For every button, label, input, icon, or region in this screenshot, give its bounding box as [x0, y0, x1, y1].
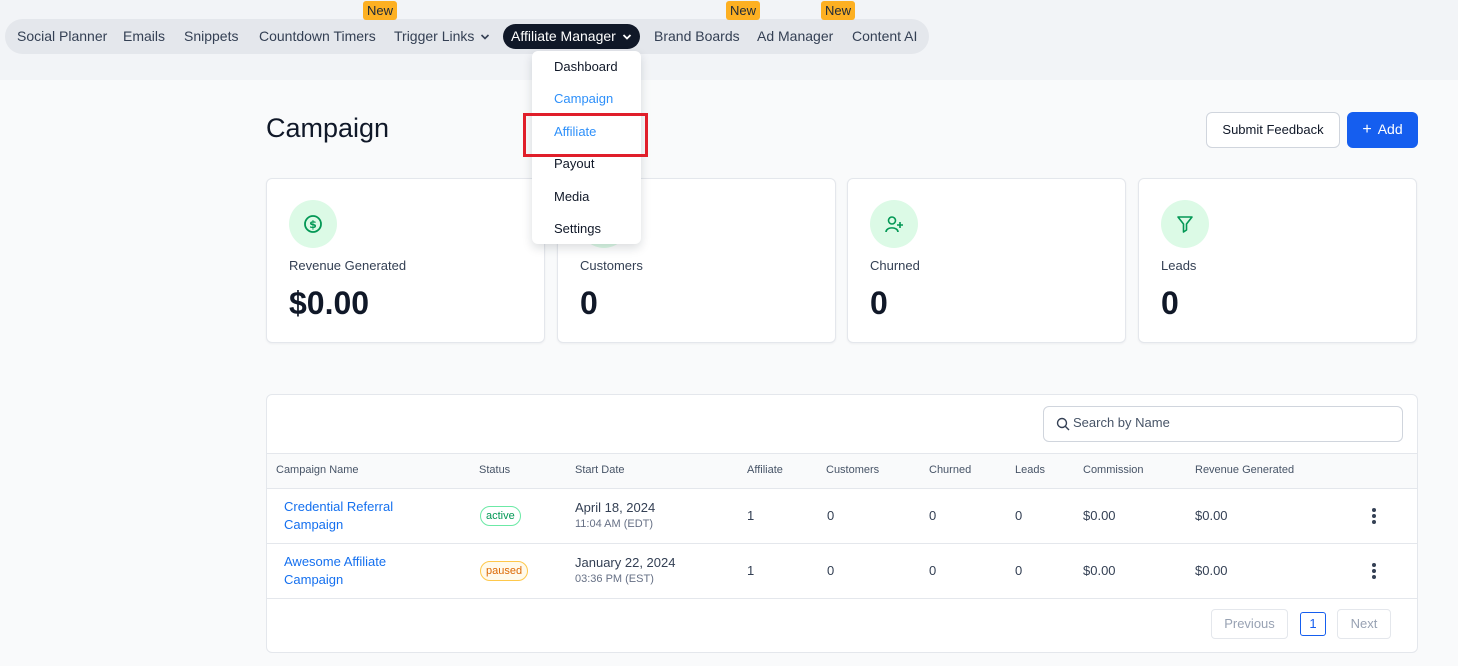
col-revenue-generated[interactable]: Revenue Generated: [1195, 464, 1294, 476]
search-icon: [1056, 417, 1070, 431]
campaign-name-link[interactable]: Awesome Affiliate Campaign: [284, 553, 424, 589]
col-customers[interactable]: Customers: [826, 464, 879, 476]
affiliate-count: 1: [747, 563, 755, 578]
stat-value: 0: [1161, 285, 1179, 321]
nav-trigger-links-label: Trigger Links: [394, 28, 475, 44]
menu-item-settings[interactable]: Settings: [554, 221, 601, 236]
svg-text:$: $: [309, 218, 317, 231]
start-time: 11:04 AM (EDT): [575, 518, 654, 530]
menu-item-media[interactable]: Media: [554, 189, 589, 204]
nav-snippets[interactable]: Snippets: [184, 19, 238, 54]
chevron-down-icon: [481, 34, 490, 40]
col-leads[interactable]: Leads: [1015, 464, 1045, 476]
stat-card-revenue: $ Revenue Generated $0.00: [266, 178, 545, 343]
next-button[interactable]: Next: [1337, 609, 1391, 639]
menu-item-dashboard[interactable]: Dashboard: [554, 59, 618, 74]
stat-label: Customers: [580, 258, 643, 273]
stat-label: Leads: [1161, 258, 1197, 273]
user-plus-icon: [870, 200, 918, 248]
campaign-table-card: Campaign Name Status Start Date Affiliat…: [266, 394, 1418, 653]
start-date: April 18, 2024: [575, 500, 656, 515]
chevron-down-icon: [622, 34, 631, 41]
leads-count: 0: [1015, 563, 1023, 578]
nav-affiliate-manager[interactable]: Affiliate Manager: [503, 24, 640, 49]
search-box[interactable]: [1043, 406, 1403, 442]
nav-social-planner[interactable]: Social Planner: [17, 19, 107, 54]
campaign-name-link[interactable]: Credential Referral Campaign: [284, 498, 424, 534]
nav-ad-manager[interactable]: Ad Manager: [757, 19, 833, 54]
search-input[interactable]: [1073, 415, 1393, 430]
col-affiliate[interactable]: Affiliate: [747, 464, 783, 476]
nav-emails[interactable]: Emails: [123, 19, 165, 54]
start-time: 03:36 PM (EST): [575, 573, 654, 585]
revenue-value: $0.00: [1195, 563, 1228, 578]
more-options-icon[interactable]: [1371, 507, 1377, 525]
col-campaign-name[interactable]: Campaign Name: [276, 464, 359, 476]
col-churned[interactable]: Churned: [929, 464, 971, 476]
customers-count: 0: [827, 508, 835, 523]
new-badge: New: [821, 1, 856, 20]
col-start-date[interactable]: Start Date: [575, 464, 625, 476]
commission-value: $0.00: [1083, 508, 1116, 523]
revenue-value: $0.00: [1195, 508, 1228, 523]
status-badge: paused: [480, 561, 529, 581]
stat-value: 0: [580, 285, 598, 321]
nav-trigger-links[interactable]: Trigger Links: [394, 19, 490, 54]
menu-item-payout[interactable]: Payout: [554, 156, 594, 171]
col-commission[interactable]: Commission: [1083, 464, 1144, 476]
plus-icon: +: [1362, 121, 1372, 138]
stat-value: $0.00: [289, 285, 370, 321]
menu-item-campaign[interactable]: Campaign: [554, 91, 613, 106]
table-row: Credential Referral Campaign active Apri…: [267, 489, 1417, 544]
highlight-box: [523, 113, 648, 157]
new-badge: New: [726, 1, 761, 20]
start-date: January 22, 2024: [575, 555, 676, 570]
affiliate-count: 1: [747, 508, 755, 523]
status-badge: active: [480, 506, 521, 526]
page-number-button[interactable]: 1: [1300, 612, 1326, 636]
nav-affiliate-manager-label: Affiliate Manager: [511, 28, 616, 44]
stat-card-churned: Churned 0: [847, 178, 1126, 343]
nav-content-ai[interactable]: Content AI: [852, 19, 917, 54]
add-button-label: Add: [1377, 121, 1403, 137]
stat-card-leads: Leads 0: [1138, 178, 1417, 343]
leads-count: 0: [1015, 508, 1023, 523]
previous-button[interactable]: Previous: [1211, 609, 1288, 639]
customers-count: 0: [827, 563, 835, 578]
churned-count: 0: [929, 508, 937, 523]
nav-brand-boards[interactable]: Brand Boards: [654, 19, 740, 54]
col-status[interactable]: Status: [479, 464, 510, 476]
more-options-icon[interactable]: [1371, 562, 1377, 580]
top-nav: Social Planner Emails Snippets Countdown…: [5, 19, 929, 54]
churned-count: 0: [929, 563, 937, 578]
table-header: Campaign Name Status Start Date Affiliat…: [267, 453, 1417, 489]
new-badge: New: [363, 1, 398, 20]
funnel-icon: [1161, 200, 1209, 248]
stat-value: 0: [870, 285, 888, 321]
add-button[interactable]: + Add: [1347, 112, 1418, 148]
stat-label: Revenue Generated: [289, 258, 407, 273]
dollar-icon: $: [289, 200, 337, 248]
submit-feedback-button[interactable]: Submit Feedback: [1206, 112, 1340, 148]
nav-countdown-timers[interactable]: Countdown Timers: [259, 19, 376, 54]
page-title: Campaign: [266, 113, 390, 143]
stat-label: Churned: [870, 258, 920, 273]
table-row: Awesome Affiliate Campaign paused Januar…: [267, 544, 1417, 599]
commission-value: $0.00: [1083, 563, 1116, 578]
